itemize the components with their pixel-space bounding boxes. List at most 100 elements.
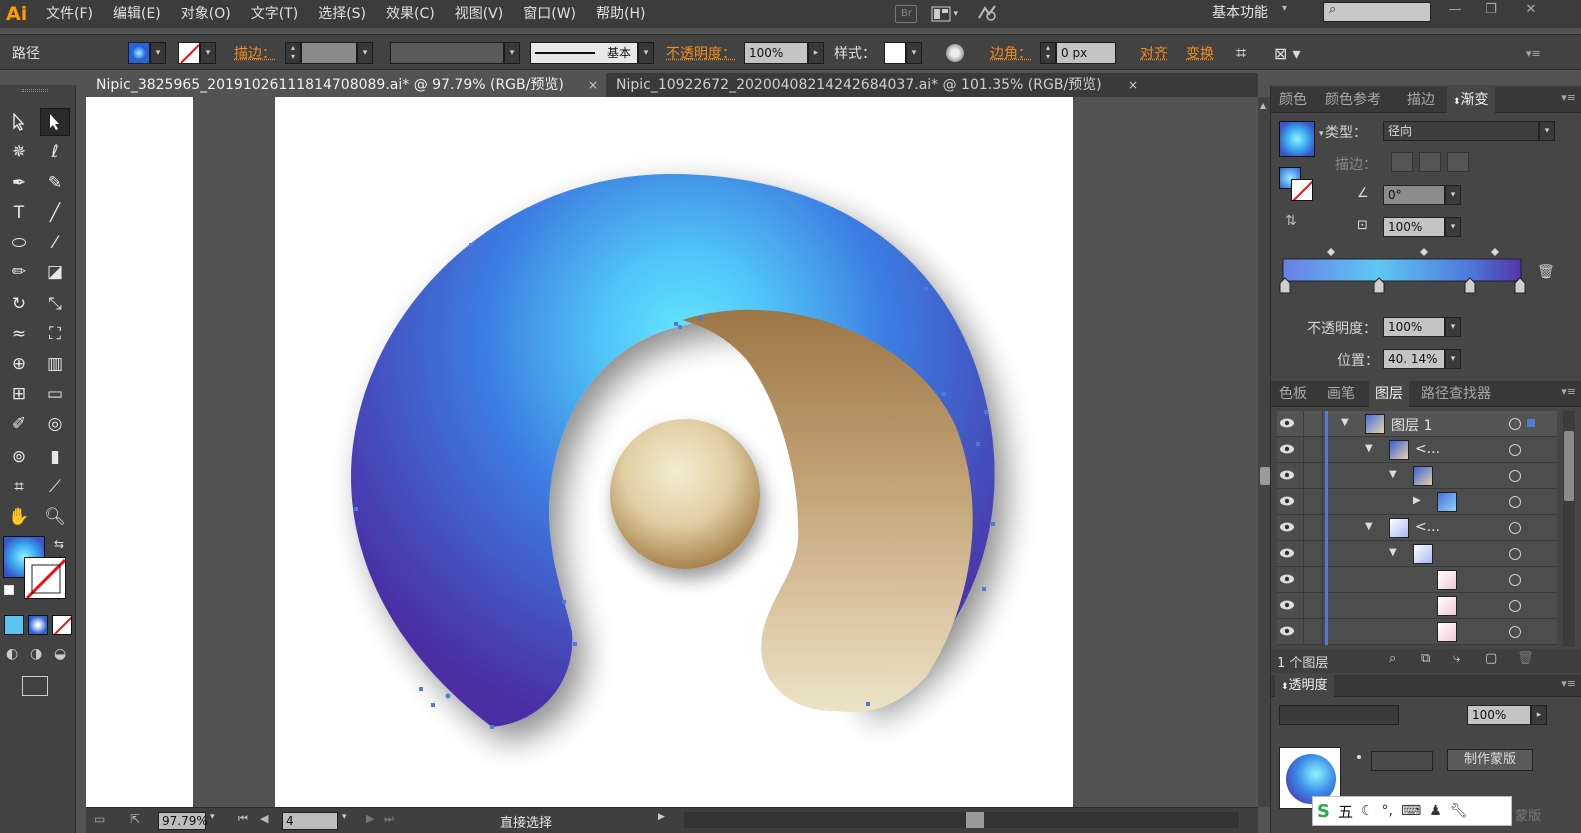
target-icon[interactable] [1509, 470, 1521, 482]
stroke-weight-field[interactable] [301, 42, 357, 64]
gradient-type-select[interactable]: 径向 [1383, 121, 1539, 141]
zoom-dropdown[interactable]: ▾ [210, 812, 215, 830]
angle-dropdown[interactable]: ▾ [1445, 185, 1461, 205]
pencil-tool-icon[interactable]: ✏ [4, 258, 34, 286]
expand-icon[interactable]: ▼ [1365, 521, 1373, 532]
eye-icon[interactable] [1279, 599, 1295, 611]
target-icon[interactable] [1509, 600, 1521, 612]
target-icon[interactable] [1509, 548, 1521, 560]
moon-icon[interactable]: ☾ [1361, 803, 1374, 819]
expand-icon[interactable]: ▼ [1341, 417, 1349, 428]
scroll-up-icon[interactable]: ▲ [1260, 101, 1266, 110]
menu-type[interactable]: 文字(T) [241, 0, 308, 28]
expand-icon[interactable]: ▼ [1389, 469, 1397, 480]
tab-close-icon[interactable]: × [1128, 73, 1138, 97]
perspective-grid-icon[interactable]: ▥ [40, 350, 70, 378]
export-icon[interactable]: ⇱ [130, 812, 140, 830]
symbol-sprayer-icon[interactable]: ⊚ [4, 443, 34, 471]
layer-row[interactable] [1277, 567, 1557, 593]
layer-row[interactable]: ▼ [1277, 463, 1557, 489]
curvature-tool-icon[interactable]: ✎ [40, 169, 70, 197]
stop-opacity-field[interactable]: 100% [1383, 317, 1445, 337]
brush-profile-dropdown[interactable]: ▾ [638, 42, 654, 64]
locate-object-icon[interactable]: ⌕ [1389, 651, 1396, 666]
close-icon[interactable]: ✕ [1514, 0, 1548, 22]
ellipse-tool-icon[interactable]: ⬭ [4, 229, 34, 257]
menu-help[interactable]: 帮助(H) [586, 0, 655, 28]
slice-tool-icon[interactable]: ⟋ [40, 473, 70, 501]
target-icon[interactable] [1509, 496, 1521, 508]
zoom-tool-icon[interactable]: 🔍︎ [40, 503, 70, 531]
stroke-dropdown[interactable]: ▾ [200, 42, 216, 64]
gradient-preview-swatch[interactable] [1279, 121, 1315, 157]
horizontal-scrollbar[interactable] [684, 812, 1239, 828]
opacity-field[interactable]: 100% [744, 42, 808, 64]
reverse-gradient-icon[interactable]: ⇅ [1285, 213, 1297, 229]
gpu-performance-icon[interactable] [975, 2, 999, 26]
type-tool-icon[interactable]: T [4, 199, 34, 227]
gradient-preset-dropdown[interactable]: ▾ [1319, 129, 1324, 139]
artboard-number-field[interactable]: 4 [282, 812, 338, 830]
rotate-tool-icon[interactable]: ↻ [4, 290, 34, 318]
collapse-icon[interactable]: ▶ [1413, 495, 1421, 506]
clipping-mask-icon[interactable]: ⧉ [1421, 651, 1430, 666]
menu-view[interactable]: 视图(V) [445, 0, 514, 28]
tab-color[interactable]: 颜色 [1279, 87, 1307, 113]
aspect-ratio-dropdown[interactable]: ▾ [1445, 217, 1461, 237]
gradient-slider[interactable]: 🗑︎ [1279, 243, 1579, 303]
midpoint-markers[interactable] [1327, 248, 1499, 256]
vertical-scrollbar[interactable]: ▲ [1258, 97, 1270, 807]
isolate-group-icon[interactable]: ⌗ [1236, 43, 1246, 64]
punctuation-icon[interactable]: °, [1382, 803, 1393, 819]
panel-menu-icon[interactable]: ▾≡ [1561, 91, 1576, 104]
layer-name[interactable]: 图层 1 [1391, 415, 1432, 435]
prev-artboard-icon[interactable]: ◀ [260, 812, 268, 830]
shape-builder-icon[interactable]: ⊕ [4, 350, 34, 378]
variable-width-dropdown[interactable]: ▾ [504, 42, 520, 64]
delete-layer-icon[interactable]: 🗑︎ [1517, 651, 1534, 666]
blend-mode-select[interactable] [1279, 705, 1399, 725]
target-icon[interactable] [1509, 574, 1521, 586]
blend-tool-icon[interactable]: ◎ [40, 410, 70, 438]
layer-row[interactable]: ▼ [1277, 541, 1557, 567]
layer-row[interactable]: ▼ <... [1277, 437, 1557, 463]
eye-icon[interactable] [1279, 521, 1295, 533]
lock-toggle[interactable] [1303, 593, 1323, 619]
panel-grip[interactable] [22, 89, 48, 92]
aspect-ratio-field[interactable]: 100% [1383, 217, 1445, 237]
transparency-opacity-field[interactable]: 100% [1467, 705, 1531, 725]
pen-tool-icon[interactable]: ✒ [4, 169, 34, 197]
tab-brushes[interactable]: 画笔 [1327, 381, 1355, 407]
transparency-opacity-dropdown[interactable]: ▸ [1531, 705, 1547, 725]
artboard-dropdown[interactable]: ▾ [342, 812, 347, 830]
shape-mode-icon[interactable]: ⊠ ▾ [1274, 44, 1301, 63]
layer-row[interactable] [1277, 619, 1557, 645]
swap-fill-stroke-icon[interactable]: ⇆ [54, 537, 64, 551]
lock-toggle[interactable] [1303, 463, 1323, 489]
magic-wand-icon[interactable]: ✵ [4, 138, 34, 166]
draw-normal-icon[interactable]: ◐ [6, 646, 18, 662]
lock-toggle[interactable] [1303, 515, 1323, 541]
menu-effect[interactable]: 效果(C) [376, 0, 445, 28]
default-colors-icon[interactable] [4, 585, 14, 595]
canvas-area[interactable] [86, 97, 1258, 807]
tab-transparency[interactable]: ⬍透明度 [1275, 675, 1334, 698]
corner-field[interactable]: 0 px [1056, 42, 1116, 64]
stop-opacity-dropdown[interactable]: ▾ [1445, 317, 1461, 337]
hand-tool-icon[interactable]: ✋ [4, 503, 34, 531]
menu-select[interactable]: 选择(S) [308, 0, 376, 28]
next-artboard-icon[interactable]: ▶ [366, 812, 374, 830]
menu-window[interactable]: 窗口(W) [513, 0, 586, 28]
gradient-tool-icon[interactable]: ▭ [40, 380, 70, 408]
free-transform-icon[interactable]: ⛶ [40, 320, 70, 348]
layer-row[interactable]: ▼ <... [1277, 515, 1557, 541]
eye-icon[interactable] [1279, 495, 1295, 507]
menu-file[interactable]: 文件(F) [36, 0, 103, 28]
first-artboard-icon[interactable]: ⏮ [238, 812, 248, 830]
tab-pathfinder[interactable]: 路径查找器 [1421, 381, 1491, 407]
tab-stroke[interactable]: 描边 [1407, 87, 1435, 113]
scale-tool-icon[interactable]: ⤡ [40, 290, 70, 318]
stroke-within-icon[interactable] [1391, 152, 1413, 172]
fill-dropdown[interactable]: ▾ [150, 42, 166, 64]
tab-swatches[interactable]: 色板 [1279, 381, 1307, 407]
